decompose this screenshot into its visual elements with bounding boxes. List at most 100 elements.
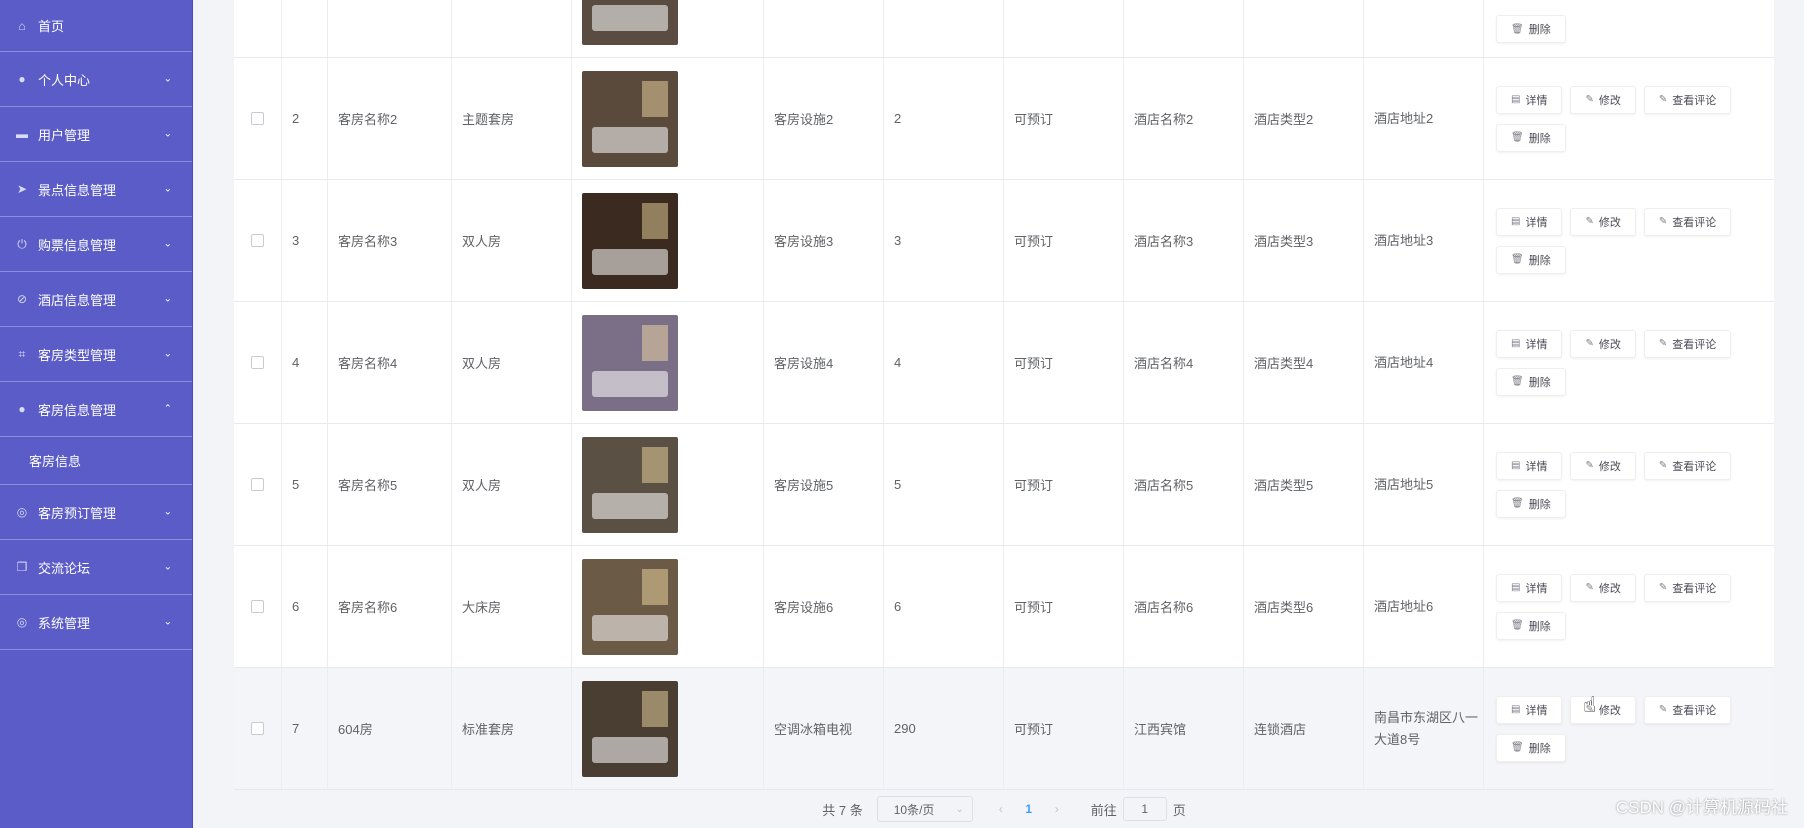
detail-button[interactable]: ▤ 详情 (1496, 573, 1563, 602)
table-row[interactable]: 5 客房名称5 双人房 客房设施5 5 可预订 酒店名称5 酒店类型5 酒店地址5 ▤ 详情 ✎ 修改 ✎… (234, 424, 1774, 546)
cell-facility: 客房设施6 (764, 546, 884, 667)
row-checkbox[interactable] (251, 722, 264, 735)
next-page-button[interactable]: › (1043, 802, 1071, 816)
cell-facility: 客房设施5 (764, 424, 884, 545)
room-image (582, 0, 678, 45)
user-icon: ● (18, 72, 26, 86)
cell-hotel-name: 酒店名称3 (1124, 180, 1244, 301)
sidebar-item-label: 购票信息管理 (38, 237, 117, 253)
sidebar-item-2[interactable]: ▬ 用户管理 ⌄ (0, 107, 192, 162)
page-size-value: 10条/页 (893, 802, 935, 817)
comments-button[interactable]: ✎ 查看评论 (1643, 695, 1732, 724)
cell-name: 客房名称4 (328, 302, 452, 423)
cell-hotel-type: 酒店类型3 (1244, 180, 1364, 301)
comments-button[interactable]: ✎ 查看评论 (1643, 329, 1732, 358)
page-size-select[interactable]: 10条/页 ⌄ (876, 796, 973, 822)
comments-button[interactable]: ✎ 查看评论 (1643, 573, 1732, 602)
cell-actions: ▤ 详情 ✎ 修改 ✎ 查看评论 🗑 删除 (1484, 424, 1774, 545)
comments-button[interactable]: ✎ 查看评论 (1643, 85, 1732, 114)
delete-button-label: 删除 (1528, 376, 1551, 389)
detail-button[interactable]: ▤ 详情 (1496, 207, 1563, 236)
ops-line-bottom: 🗑 删除 (1496, 367, 1566, 396)
cell-facility: 客房设施2 (764, 58, 884, 179)
detail-button[interactable]: ▤ 详情 (1496, 85, 1563, 114)
sidebar-item-10[interactable]: ◎ 系统管理 ⌄ (0, 595, 192, 650)
sidebar-item-7[interactable]: ● 客房信息管理 ⌃ (0, 382, 192, 437)
sidebar-item-4[interactable]: ⏻ 购票信息管理 ⌄ (0, 217, 192, 272)
row-checkbox[interactable] (251, 112, 264, 125)
row-checkbox-cell (234, 546, 282, 667)
pencil-icon: ✎ (1658, 582, 1668, 593)
cell-price: 6 (884, 546, 1004, 667)
detail-button-label: 详情 (1525, 216, 1548, 229)
comments-button[interactable]: ✎ 查看评论 (1643, 451, 1732, 480)
cell-facility: 客房设施3 (764, 180, 884, 301)
prev-page-button[interactable]: ‹ (987, 802, 1015, 816)
ops-line-bottom: 🗑 删除 (1496, 123, 1566, 152)
edit-button[interactable]: ✎ 修改 (1570, 85, 1636, 114)
sidebar-subitem-room-info[interactable]: 客房信息 (0, 437, 192, 485)
row-checkbox[interactable] (251, 600, 264, 613)
pencil-icon: ✎ (1585, 216, 1594, 227)
edit-button[interactable]: ✎ 修改 (1570, 573, 1636, 602)
cell-image (572, 302, 764, 423)
detail-button[interactable]: ▤ 详情 (1496, 695, 1563, 724)
hand-cursor-icon: ☝ (1583, 692, 1597, 717)
sidebar-item-8[interactable]: ◎ 客房预订管理 ⌄ (0, 485, 192, 540)
edit-button-label: 修改 (1598, 338, 1621, 351)
delete-button-label: 删除 (1528, 498, 1551, 511)
delete-button[interactable]: 🗑 删除 (1496, 123, 1566, 152)
table-row[interactable]: 4 客房名称4 双人房 客房设施4 4 可预订 酒店名称4 酒店类型4 酒店地址4 ▤ 详情 ✎ 修改 ✎… (234, 302, 1774, 424)
sidebar-item-1[interactable]: ● 个人中心 ⌄ (0, 52, 192, 107)
detail-button[interactable]: ▤ 详情 (1496, 451, 1563, 480)
table-row[interactable]: 7 604房 标准套房 空调冰箱电视 290 可预订 江西宾馆 连锁酒店 南昌市东湖区八一大道8… (234, 668, 1774, 790)
row-checkbox[interactable] (251, 234, 264, 247)
goto-page-input[interactable]: 1 (1122, 797, 1167, 821)
delete-button[interactable]: 🗑 删除 (1496, 733, 1566, 762)
watermark: CSDN @计算机源码社 (1615, 798, 1788, 817)
row-checkbox[interactable] (251, 478, 264, 491)
detail-button[interactable]: ▤ 详情 (1496, 329, 1563, 358)
cell-hotel-name: 酒店名称6 (1124, 546, 1244, 667)
delete-button[interactable]: 🗑 删除 (1496, 245, 1566, 274)
delete-button[interactable]: 🗑 删除 (1496, 15, 1566, 43)
table-row[interactable]: 6 客房名称6 大床房 客房设施6 6 可预订 酒店名称6 酒店类型6 酒店地址6 ▤ 详情 ✎ 修改 ✎… (234, 546, 1774, 668)
sidebar-item-label: 客房类型管理 (38, 347, 117, 363)
globe-icon: ◎ (16, 505, 28, 519)
delete-button[interactable]: 🗑 删除 (1496, 367, 1566, 396)
edit-button[interactable]: ✎ 修改 (1570, 451, 1636, 480)
document-icon: ▤ (1511, 582, 1521, 593)
trash-icon: 🗑 (1511, 498, 1524, 509)
cell-name: 客房名称6 (328, 546, 452, 667)
sidebar-item-9[interactable]: ❐ 交流论坛 ⌄ (0, 540, 192, 595)
cell-name: 客房名称5 (328, 424, 452, 545)
chevron-down-icon: ⌄ (163, 616, 172, 628)
page-number-1[interactable]: 1 (1015, 802, 1043, 816)
sidebar-item-6[interactable]: ⌗ 客房类型管理 ⌄ (0, 327, 192, 382)
cell-status: 可预订 (1004, 546, 1124, 667)
row-checkbox[interactable] (251, 356, 264, 369)
document-icon: ▤ (1511, 338, 1521, 349)
sidebar-item-5[interactable]: ⊘ 酒店信息管理 ⌄ (0, 272, 192, 327)
edit-button[interactable]: ✎ 修改 (1570, 695, 1636, 724)
block-icon: ⊘ (16, 292, 28, 306)
sidebar-item-3[interactable]: ➤ 景点信息管理 ⌄ (0, 162, 192, 217)
table-row[interactable]: 2 客房名称2 主题套房 客房设施2 2 可预订 酒店名称2 酒店类型2 酒店地址2 ▤ 详情 ✎ 修改… (234, 58, 1774, 180)
delete-button[interactable]: 🗑 删除 (1496, 489, 1566, 518)
row-checkbox-cell (234, 302, 282, 423)
cell-idx: 4 (282, 302, 328, 423)
edit-button-label: 修改 (1598, 94, 1621, 107)
sidebar-item-0[interactable]: ⌂ 首页 (0, 0, 192, 52)
table-row[interactable]: 3 客房名称3 双人房 客房设施3 3 可预订 酒店名称3 酒店类型3 酒店地址3 ▤ 详情 ✎ 修改 ✎… (234, 180, 1774, 302)
comments-button[interactable]: ✎ 查看评论 (1643, 207, 1732, 236)
edit-button[interactable]: ✎ 修改 (1570, 207, 1636, 236)
delete-button-label: 删除 (1528, 742, 1551, 755)
trash-icon: 🗑 (1511, 254, 1524, 265)
pencil-icon: ✎ (1658, 704, 1668, 715)
edit-button[interactable]: ✎ 修改 (1570, 329, 1636, 358)
delete-button[interactable]: 🗑 删除 (1496, 611, 1566, 640)
cell-idx: 5 (282, 424, 328, 545)
document-icon: ▤ (1511, 94, 1521, 105)
cell-actions: ▤ 详情 ✎ 修改 ✎ 查看评论 🗑 删除 (1484, 302, 1774, 423)
ops-line-bottom: 🗑 删除 (1496, 611, 1566, 640)
